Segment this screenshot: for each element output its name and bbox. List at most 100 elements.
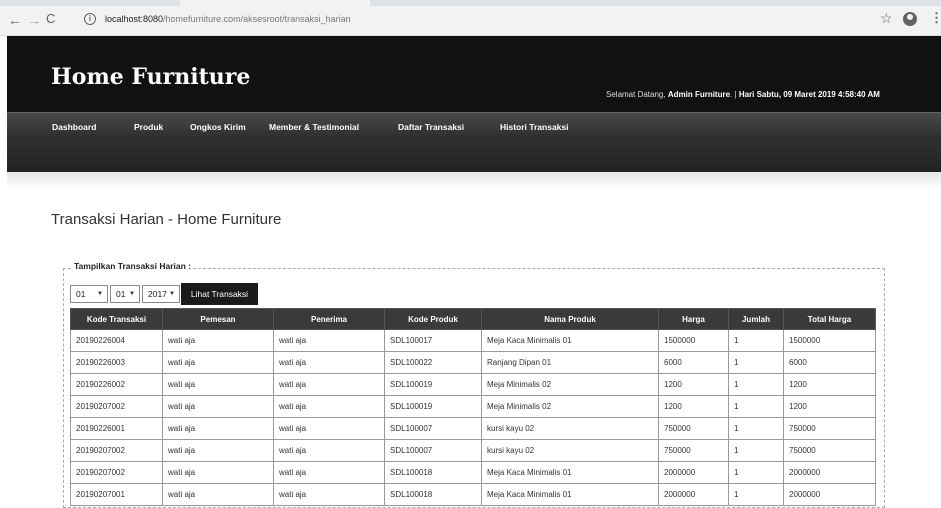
table-cell: 1200 xyxy=(783,395,876,418)
month-value: 01 xyxy=(116,289,126,299)
active-tab[interactable] xyxy=(180,0,370,6)
table-cell: wati aja xyxy=(162,395,274,418)
table-cell: 20190226004 xyxy=(70,329,163,352)
chevron-down-icon: ▼ xyxy=(169,291,175,297)
table-row: 20190226001 wati aja wati aja SDL100007 kurs… xyxy=(70,417,876,440)
welcome-separator: | xyxy=(734,90,737,99)
table-cell: 750000 xyxy=(658,439,729,462)
table-cell: 1200 xyxy=(658,373,729,396)
table-cell: 1200 xyxy=(783,373,876,396)
table-cell: 750000 xyxy=(783,439,876,462)
table-cell: wati aja xyxy=(273,439,385,462)
nav-produk[interactable]: Produk xyxy=(134,122,163,132)
menu-dots-icon[interactable]: ⋮ xyxy=(930,10,941,26)
table-cell: SDL100007 xyxy=(384,417,482,440)
table-cell: 1 xyxy=(728,373,784,396)
table-cell: SDL100022 xyxy=(384,351,482,374)
table-cell: wati aja xyxy=(273,373,385,396)
table-cell: SDL100018 xyxy=(384,461,482,484)
sub-nav-bar xyxy=(7,141,941,172)
table-cell: wati aja xyxy=(162,351,274,374)
account-icon[interactable] xyxy=(903,12,917,26)
column-header: Jumlah xyxy=(728,308,784,330)
table-cell: Ranjang Dipan 01 xyxy=(481,351,659,374)
welcome-text: Selamat Datang, Admin Furniture. | Hari … xyxy=(606,90,880,99)
table-cell: 1 xyxy=(728,461,784,484)
nav-daftar-transaksi[interactable]: Daftar Transaksi xyxy=(398,122,464,132)
table-row: 20190207001 wati aja wati aja SDL100018 Meja… xyxy=(70,483,876,506)
table-cell: wati aja xyxy=(273,483,385,506)
table-header-row: Kode Transaksi Pemesan Penerima Kode Produk… xyxy=(70,308,876,330)
welcome-user: Admin Furniture xyxy=(667,90,731,99)
table-cell: wati aja xyxy=(273,351,385,374)
table-cell: 20190207002 xyxy=(70,439,163,462)
table-cell: 1 xyxy=(728,329,784,352)
table-cell: 20190207002 xyxy=(70,461,163,484)
table-cell: kursi kayu 02 xyxy=(481,439,659,462)
table-cell: Meja Kaca Minimalis 01 xyxy=(481,483,659,506)
table-cell: SDL100007 xyxy=(384,439,482,462)
table-cell: 1500000 xyxy=(783,329,876,352)
nav-member-testimonial[interactable]: Member & Testimonial xyxy=(269,122,359,132)
column-header: Total Harga xyxy=(783,308,876,330)
table-cell: wati aja xyxy=(273,329,385,352)
table-cell: 1 xyxy=(728,351,784,374)
table-cell: 1200 xyxy=(658,395,729,418)
table-cell: wati aja xyxy=(162,483,274,506)
table-cell: 750000 xyxy=(658,417,729,440)
site-header: Home Furniture Selamat Datang, Admin Fur… xyxy=(7,36,941,112)
column-header: Nama Produk xyxy=(481,308,659,330)
lihat-transaksi-button[interactable]: Lihat Transaksi xyxy=(181,283,258,305)
table-cell: 2000000 xyxy=(658,483,729,506)
table-row: 20190226002 wati aja wati aja SDL100019 Meja… xyxy=(70,373,876,396)
table-cell: 6000 xyxy=(783,351,876,374)
table-cell: 1 xyxy=(728,439,784,462)
table-cell: wati aja xyxy=(162,417,274,440)
back-icon[interactable]: ← xyxy=(8,12,22,28)
bookmark-star-icon[interactable]: ☆ xyxy=(880,10,893,27)
table-cell: 1500000 xyxy=(658,329,729,352)
table-cell: wati aja xyxy=(162,373,274,396)
table-cell: 6000 xyxy=(658,351,729,374)
transactions-table: Kode Transaksi Pemesan Penerima Kode Produk… xyxy=(70,308,876,506)
table-cell: 20190226003 xyxy=(70,351,163,374)
chevron-down-icon: ▼ xyxy=(129,291,135,297)
table-cell: wati aja xyxy=(162,439,274,462)
table-cell: SDL100018 xyxy=(384,483,482,506)
nav-dashboard[interactable]: Dashboard xyxy=(52,122,96,132)
chevron-down-icon: ▼ xyxy=(97,291,103,297)
day-select[interactable]: 01 ▼ xyxy=(70,285,108,303)
table-cell: 20190207002 xyxy=(70,395,163,418)
table-row: 20190207002 wati aja wati aja SDL100019 Meja… xyxy=(70,395,876,418)
table-cell: wati aja xyxy=(273,417,385,440)
table-cell: wati aja xyxy=(162,329,274,352)
forward-icon[interactable]: → xyxy=(27,12,41,28)
reload-icon[interactable]: C xyxy=(46,11,55,27)
month-select[interactable]: 01 ▼ xyxy=(110,285,140,303)
table-cell: 750000 xyxy=(783,417,876,440)
main-nav: Dashboard Produk Ongkos Kirim Member & T… xyxy=(7,112,941,141)
table-cell: 20190226001 xyxy=(70,417,163,440)
table-cell: 1 xyxy=(728,395,784,418)
fieldset-legend: Tampilkan Transaksi Harian : xyxy=(72,261,193,271)
tab-strip xyxy=(0,0,941,6)
browser-toolbar: ← → C i localhost:8080/homefurniture.com… xyxy=(0,0,941,36)
url-text[interactable]: localhost:8080/homefurniture.com/aksesro… xyxy=(105,13,351,25)
nav-histori-transaksi[interactable]: Histori Transaksi xyxy=(500,122,569,132)
table-cell: kursi kayu 02 xyxy=(481,417,659,440)
address-bar[interactable]: i localhost:8080/homefurniture.com/akses… xyxy=(84,13,844,31)
column-header: Pemesan xyxy=(162,308,274,330)
header-shadow xyxy=(7,172,941,190)
site-title[interactable]: Home Furniture xyxy=(51,64,250,90)
welcome-prefix: Selamat Datang, xyxy=(606,90,666,99)
nav-ongkos-kirim[interactable]: Ongkos Kirim xyxy=(190,122,246,132)
table-cell: SDL100019 xyxy=(384,395,482,418)
day-value: 01 xyxy=(76,289,86,299)
year-select[interactable]: 2017 ▼ xyxy=(142,285,180,303)
info-icon[interactable]: i xyxy=(84,13,96,25)
table-row: 20190226004 wati aja wati aja SDL100017 Meja… xyxy=(70,329,876,352)
table-cell: 20190226002 xyxy=(70,373,163,396)
table-cell: 1 xyxy=(728,417,784,440)
table-row: 20190207002 wati aja wati aja SDL100018 Meja… xyxy=(70,461,876,484)
table-cell: Meja Minimalis 02 xyxy=(481,395,659,418)
